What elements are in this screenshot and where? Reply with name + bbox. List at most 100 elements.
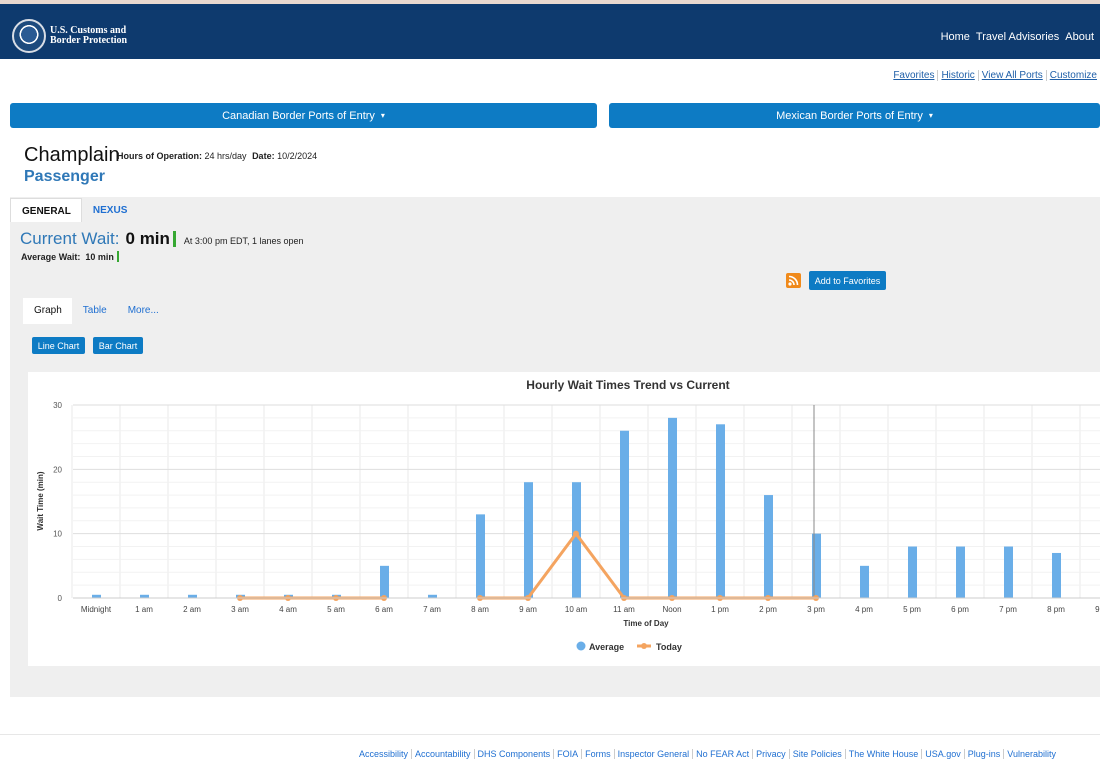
x-tick-label: 3 am bbox=[231, 605, 249, 614]
top-nav: Home Travel Advisories About bbox=[941, 31, 1094, 43]
legend-today-label: Today bbox=[656, 642, 682, 652]
x-tick-label: 5 am bbox=[327, 605, 345, 614]
footer-link-vulnerability[interactable]: Vulnerability bbox=[1003, 749, 1059, 759]
x-tick-label: 9 am bbox=[519, 605, 537, 614]
agency-name[interactable]: U.S. Customs and Border Protection bbox=[50, 26, 170, 46]
lane-tabs: GENERAL NEXUS bbox=[10, 198, 137, 222]
footer-link-site-policies[interactable]: Site Policies bbox=[788, 749, 845, 759]
tab-table[interactable]: Table bbox=[72, 298, 117, 324]
x-tick-label: 2 am bbox=[183, 605, 201, 614]
x-tick-label: 10 am bbox=[565, 605, 588, 614]
x-tick-label: 3 pm bbox=[807, 605, 825, 614]
legend-average-label: Average bbox=[589, 642, 624, 652]
bar-chart-button[interactable]: Bar Chart bbox=[93, 337, 143, 354]
x-tick-label: 1 am bbox=[135, 605, 153, 614]
x-tick-label: 5 pm bbox=[903, 605, 921, 614]
tab-graph[interactable]: Graph bbox=[23, 298, 72, 324]
bar-8-pm bbox=[1052, 552, 1061, 598]
nav-about-link[interactable]: About bbox=[1065, 31, 1094, 43]
bar-4-pm bbox=[860, 565, 869, 598]
bar-2-pm bbox=[764, 495, 773, 598]
canadian-ports-dropdown[interactable]: Canadian Border Ports of Entry ▾ bbox=[10, 103, 597, 128]
x-tick-label: Noon bbox=[662, 605, 681, 614]
bar-8-am bbox=[476, 514, 485, 598]
mexican-ports-dropdown[interactable]: Mexican Border Ports of Entry ▾ bbox=[609, 103, 1100, 128]
date-label: Date: bbox=[252, 151, 275, 161]
footer-link-usa-gov[interactable]: USA.gov bbox=[921, 749, 964, 759]
line-chart-button[interactable]: Line Chart bbox=[32, 337, 85, 354]
x-tick-label: 6 am bbox=[375, 605, 393, 614]
footer-link-forms[interactable]: Forms bbox=[581, 749, 614, 759]
x-tick-label: 7 pm bbox=[999, 605, 1017, 614]
x-tick-label: 7 am bbox=[423, 605, 441, 614]
current-wait: Current Wait: 0 min At 3:00 pm EDT, 1 la… bbox=[20, 229, 304, 249]
wait-status-indicator bbox=[172, 231, 176, 247]
bar-3-pm bbox=[812, 533, 821, 598]
lane-type-title: Passenger bbox=[24, 168, 105, 185]
bar-1-pm bbox=[716, 424, 725, 598]
view-tabs: Graph Table More... bbox=[23, 298, 169, 324]
footer-link-inspector-general[interactable]: Inspector General bbox=[613, 749, 693, 759]
canadian-ports-label: Canadian Border Ports of Entry bbox=[222, 109, 375, 122]
footer-links: Accessibility Accountability DHS Compone… bbox=[356, 749, 1059, 759]
x-tick-label: 8 pm bbox=[1047, 605, 1065, 614]
x-tick-label: 11 am bbox=[613, 605, 635, 614]
x-tick-label: 1 pm bbox=[711, 605, 729, 614]
footer-link-accountability[interactable]: Accountability bbox=[411, 749, 474, 759]
utility-nav: Favorites Historic View All Ports Custom… bbox=[890, 70, 1100, 81]
y-tick-label: 20 bbox=[53, 465, 62, 474]
nav-travel-advisories-link[interactable]: Travel Advisories bbox=[976, 31, 1059, 43]
bar-5-pm bbox=[908, 546, 917, 598]
rss-feed-icon[interactable] bbox=[786, 273, 801, 288]
footer-link-no-fear-act[interactable]: No FEAR Act bbox=[692, 749, 752, 759]
footer-link-plug-ins[interactable]: Plug-ins bbox=[963, 749, 1004, 759]
hours-value: 24 hrs/day bbox=[204, 151, 247, 161]
hours-label: Hours of Operation: bbox=[117, 151, 202, 161]
average-wait-indicator bbox=[116, 251, 119, 262]
x-tick-label: 4 pm bbox=[855, 605, 873, 614]
cbp-seal-logo[interactable] bbox=[12, 19, 46, 53]
nav-home-link[interactable]: Home bbox=[941, 31, 970, 43]
footer-link-white-house[interactable]: The White House bbox=[844, 749, 922, 759]
tab-nexus[interactable]: NEXUS bbox=[82, 198, 137, 222]
x-axis-label: Time of Day bbox=[623, 619, 669, 628]
bar-7-pm bbox=[1004, 546, 1013, 598]
x-tick-label: 9 pm bbox=[1095, 605, 1100, 614]
current-wait-value: 0 min bbox=[125, 229, 170, 248]
footer-link-foia[interactable]: FOIA bbox=[553, 749, 581, 759]
bar-11-am bbox=[620, 430, 629, 598]
y-axis-label: Wait Time (min) bbox=[36, 471, 45, 530]
footer-link-accessibility[interactable]: Accessibility bbox=[356, 749, 411, 759]
mexican-ports-label: Mexican Border Ports of Entry bbox=[776, 109, 923, 122]
wait-times-chart: 0 10 20 30 Midnight 1 am 2 am 3 am 4 am 5 am 6 am 7… bbox=[36, 378, 1100, 652]
bar-6-am bbox=[380, 565, 389, 598]
date-value: 10/2/2024 bbox=[277, 151, 318, 161]
chart-title: Hourly Wait Times Trend vs Current bbox=[526, 378, 729, 392]
footer-link-privacy[interactable]: Privacy bbox=[752, 749, 789, 759]
bar-6-pm bbox=[956, 546, 965, 598]
y-tick-label: 0 bbox=[58, 594, 63, 603]
footer-link-dhs-components[interactable]: DHS Components bbox=[473, 749, 554, 759]
bar-9-am bbox=[524, 482, 533, 598]
current-wait-detail: At 3:00 pm EDT, 1 lanes open bbox=[183, 236, 304, 246]
footer: Accessibility Accountability DHS Compone… bbox=[0, 734, 1100, 759]
average-wait-label: Average Wait: bbox=[21, 251, 81, 262]
port-hours-info: Hours of Operation: 24 hrs/day Date: 10/… bbox=[117, 151, 317, 161]
chart-container: 0 10 20 30 Midnight 1 am 2 am 3 am 4 am 5 am 6 am 7… bbox=[28, 372, 1100, 666]
today-point bbox=[573, 530, 579, 537]
chevron-down-icon: ▾ bbox=[928, 111, 933, 120]
tab-more[interactable]: More... bbox=[117, 298, 169, 324]
x-tick-label: 8 am bbox=[471, 605, 489, 614]
favorites-link[interactable]: Favorites bbox=[890, 70, 937, 81]
legend-average-marker bbox=[576, 641, 586, 651]
customize-link[interactable]: Customize bbox=[1045, 70, 1100, 81]
y-tick-label: 10 bbox=[53, 530, 62, 539]
average-wait-value: 10 min bbox=[85, 251, 114, 262]
agency-name-line2: Border Protection bbox=[50, 35, 128, 46]
view-all-ports-link[interactable]: View All Ports bbox=[977, 70, 1046, 81]
historic-link[interactable]: Historic bbox=[937, 70, 977, 81]
tab-general[interactable]: GENERAL bbox=[10, 198, 82, 222]
port-name: Champlain bbox=[24, 144, 120, 166]
add-to-favorites-button[interactable]: Add to Favorites bbox=[809, 271, 886, 290]
site-header: U.S. Customs and Border Protection Home … bbox=[0, 4, 1100, 59]
